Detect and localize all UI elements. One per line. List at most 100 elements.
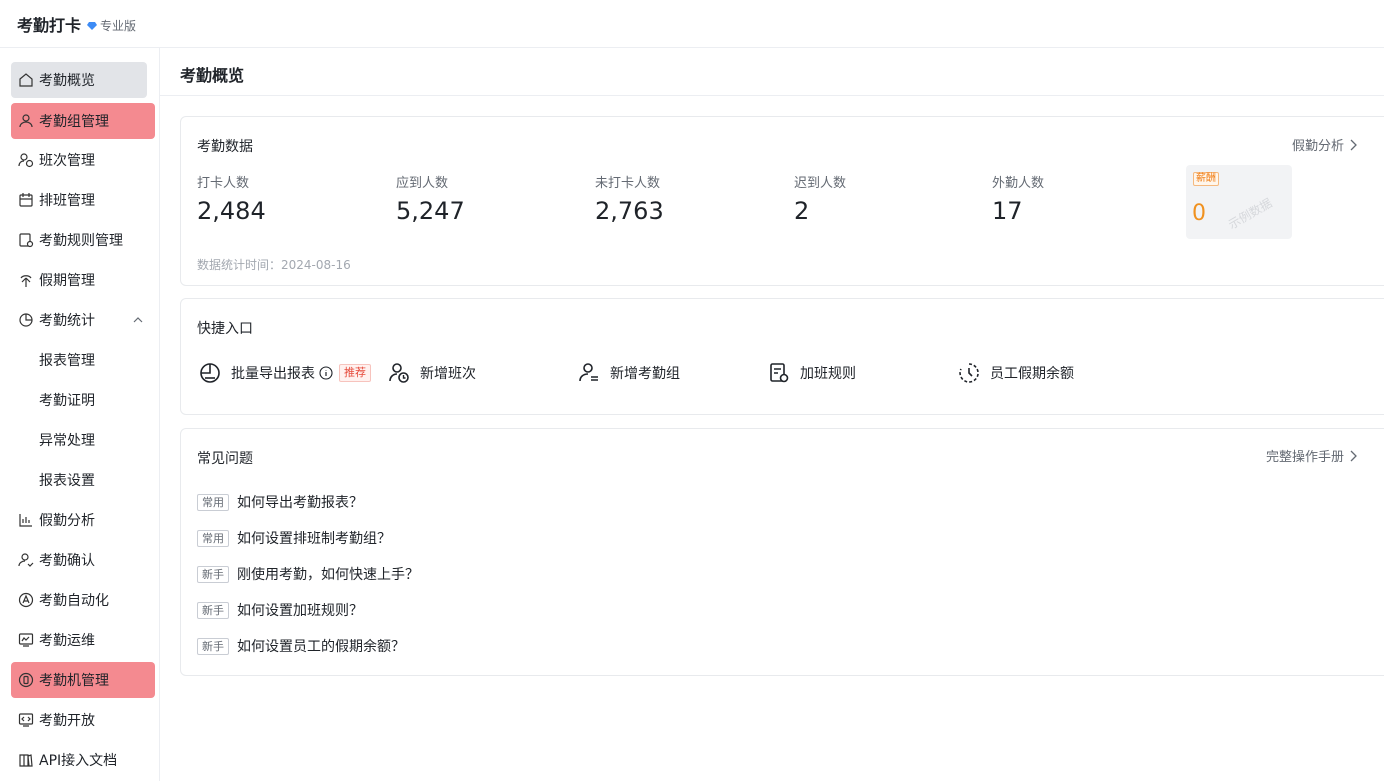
monitor-icon [18,633,34,647]
stat-label: 未打卡人数 [595,176,661,191]
quick-add-shift[interactable]: 新增班次 [388,362,476,384]
stat-value: 5,247 [396,197,465,225]
quick-item-label: 加班规则 [800,366,856,382]
sidebar-item-label: 报表设置 [39,473,95,489]
sidebar-item-exception[interactable]: 异常处理 [11,422,155,458]
sidebar-item-open[interactable]: 考勤开放 [11,702,155,738]
quick-item-label: 批量导出报表 [231,366,315,382]
open-icon [18,713,34,727]
sidebar-item-report-manage[interactable]: 报表管理 [11,342,155,378]
overtime-rule-icon [770,363,789,383]
recommend-tag: 推荐 [339,364,371,382]
quick-batch-export[interactable]: 批量导出报表 推荐 [199,362,371,384]
sidebar-item-shift[interactable]: 班次管理 [11,142,155,178]
sidebar-item-device[interactable]: 考勤机管理 [11,662,155,698]
chevron-up-icon[interactable] [133,315,143,325]
quick-item-label: 员工假期余额 [990,366,1074,382]
quick-leave-balance[interactable]: 员工假期余额 [958,362,1074,384]
sidebar-item-confirm[interactable]: 考勤确认 [11,542,155,578]
shift-icon [18,153,34,168]
pie-icon [19,313,33,327]
quick-entry-card: 快捷入口 批量导出报表 推荐 新增班次 新增考勤组 加班规则 员工假期余额 [180,298,1384,415]
info-icon[interactable] [319,366,333,380]
stat-not-checked-in[interactable]: 未打卡人数 2,763 [595,172,664,225]
faq-item[interactable]: 常用 如何设置排班制考勤组？ [197,528,391,548]
quick-add-group[interactable]: 新增考勤组 [578,362,680,384]
sidebar-item-overview[interactable]: 考勤概览 [11,62,147,98]
leave-analysis-link[interactable]: 假勤分析 [1292,135,1357,154]
sidebar-item-statistics[interactable]: 考勤统计 [11,302,155,338]
faq-title: 常见问题 [197,451,253,467]
manual-link-label: 完整操作手册 [1265,450,1344,465]
sidebar-item-label: 考勤机管理 [39,673,109,689]
sidebar-item-label: API接入文档 [39,753,118,769]
stat-value: 17 [992,197,1023,225]
faq-tag: 常用 [197,493,229,511]
sidebar-item-schedule[interactable]: 排班管理 [11,182,155,218]
stat-checked-in[interactable]: 打卡人数 2,484 [197,172,266,225]
manual-link[interactable]: 完整操作手册 [1266,446,1357,465]
edition-label: 专业版 [100,19,137,33]
quick-entry-title: 快捷入口 [197,321,253,337]
sidebar-item-automation[interactable]: 考勤自动化 [11,582,155,618]
faq-text: 刚使用考勤，如何快速上手？ [237,567,419,583]
salary-tag: 薪酬 [1193,172,1219,186]
sidebar-item-label: 考勤规则管理 [39,233,123,249]
stat-label: 外勤人数 [992,176,1045,191]
sidebar-item-label: 假期管理 [39,273,95,289]
faq-item[interactable]: 新手 如何设置加班规则？ [197,600,363,620]
add-group-icon [579,363,598,382]
stat-field-work[interactable]: 外勤人数 17 [992,172,1044,225]
calendar-icon [19,193,33,207]
stat-expected[interactable]: 应到人数 5,247 [396,172,465,225]
stat-value: 2,484 [197,197,266,225]
sidebar-item-label: 考勤运维 [39,633,95,649]
sidebar-item-holiday[interactable]: 假期管理 [11,262,155,298]
salary-box[interactable]: 薪酬 0 示例数据 [1186,165,1292,239]
sidebar-item-report-settings[interactable]: 报表设置 [11,462,155,498]
palm-icon [20,275,32,287]
faq-text: 如何设置加班规则？ [237,603,363,619]
sidebar-item-certificate[interactable]: 考勤证明 [11,382,155,418]
top-bar: 考勤打卡 专业版 [0,0,1384,48]
stat-late[interactable]: 迟到人数 2 [794,172,846,225]
sidebar-item-label: 考勤组管理 [39,114,109,130]
sidebar-item-api-docs[interactable]: API接入文档 [11,742,155,778]
quick-item-label: 新增班次 [420,366,476,382]
faq-tag: 常用 [197,529,229,547]
sidebar-item-ops[interactable]: 考勤运维 [11,622,155,658]
home-icon [19,73,33,87]
faq-text: 如何导出考勤报表？ [237,495,363,511]
stat-time: 数据统计时间：2024-08-16 [197,258,351,272]
sidebar-item-label: 考勤统计 [39,313,95,329]
stat-value: 2,763 [595,197,664,225]
faq-card: 常见问题 完整操作手册 常用 如何导出考勤报表？ 常用 如何设置排班制考勤组？ … [180,428,1384,676]
quick-overtime-rules[interactable]: 加班规则 [768,362,856,384]
sidebar-item-analysis[interactable]: 假勤分析 [11,502,155,538]
sidebar-item-label: 排班管理 [39,193,95,209]
rule-icon [19,233,34,248]
user-check-icon [18,553,34,567]
page-title: 考勤概览 [180,66,245,85]
export-report-icon [200,363,220,383]
stat-label: 打卡人数 [197,176,250,191]
faq-item[interactable]: 新手 如何设置员工的假期余额？ [197,636,405,656]
edition-badge: 专业版 [87,17,136,34]
diamond-icon [87,21,98,30]
sidebar-item-group[interactable]: 考勤组管理 [11,103,155,139]
sidebar-item-rules[interactable]: 考勤规则管理 [11,222,155,258]
faq-item[interactable]: 常用 如何导出考勤报表？ [197,492,363,512]
app-title: 考勤打卡 [17,15,82,35]
sidebar-item-label: 考勤证明 [39,393,95,409]
user-group-icon [19,114,33,128]
stat-label: 应到人数 [396,176,449,191]
salary-value: 0 [1192,201,1206,226]
faq-tag: 新手 [197,565,229,583]
sidebar-item-label: 考勤概览 [39,73,95,89]
faq-text: 如何设置员工的假期余额？ [237,639,405,655]
sidebar-item-label: 考勤自动化 [39,593,109,609]
stat-label: 迟到人数 [794,176,847,191]
divider [160,95,1384,96]
faq-item[interactable]: 新手 刚使用考勤，如何快速上手？ [197,564,419,584]
sidebar-item-label: 考勤开放 [39,713,95,729]
